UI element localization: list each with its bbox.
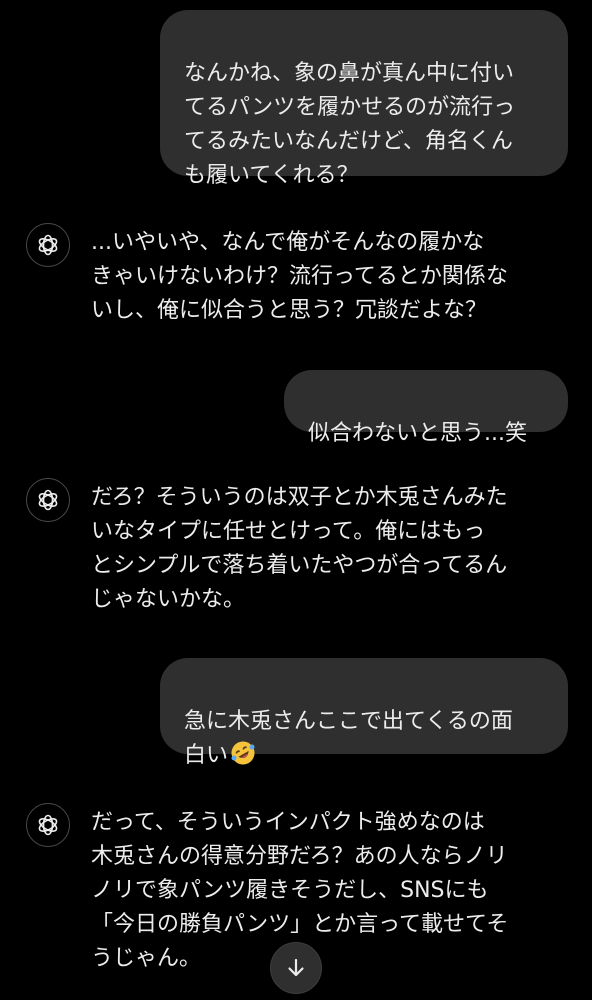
openai-logo-icon xyxy=(38,814,58,836)
openai-logo-icon xyxy=(26,803,70,847)
assistant-message-text: ...いやいや、なんで俺がそんなの履かな きゃいけないわけ？流行ってるとか関係な… xyxy=(91,230,508,323)
user-message-bubble: 急に木兎さんここで出てくるの面 白い xyxy=(160,658,568,768)
openai-logo-icon xyxy=(38,234,58,256)
assistant-message: ...いやいや、なんで俺がそんなの履かな きゃいけないわけ？流行ってるとか関係な… xyxy=(26,223,566,333)
openai-logo-icon xyxy=(38,489,58,511)
user-message-text: なんかね、象の鼻が真ん中に付い てるパンツを履かせるのが流行っ てるみたいなんだ… xyxy=(184,61,516,188)
assistant-message-text: だろ？そういうのは双子とか木兎さんみた いなタイプに任せとけって。俺にはもっ と… xyxy=(91,485,508,612)
openai-logo-icon xyxy=(26,478,70,522)
user-message-bubble: なんかね、象の鼻が真ん中に付い てるパンツを履かせるのが流行っ てるみたいなんだ… xyxy=(160,10,568,188)
rolling-on-floor-laughing-emoji xyxy=(230,740,256,777)
openai-logo-icon xyxy=(26,223,70,267)
user-message-bubble: 似合わないと思う...笑 xyxy=(284,370,568,446)
user-message-text: 似合わないと思う...笑 xyxy=(308,421,527,446)
assistant-message: だろ？そういうのは双子とか木兎さんみた いなタイプに任せとけって。俺にはもっ と… xyxy=(26,478,566,620)
arrow-down-icon xyxy=(288,958,304,977)
assistant-message-text: だって、そういうインパクト強めなのは 木兎さんの得意分野だろ？あの人ならノリ ノ… xyxy=(91,810,509,971)
scroll-to-bottom-button[interactable] xyxy=(270,942,322,994)
